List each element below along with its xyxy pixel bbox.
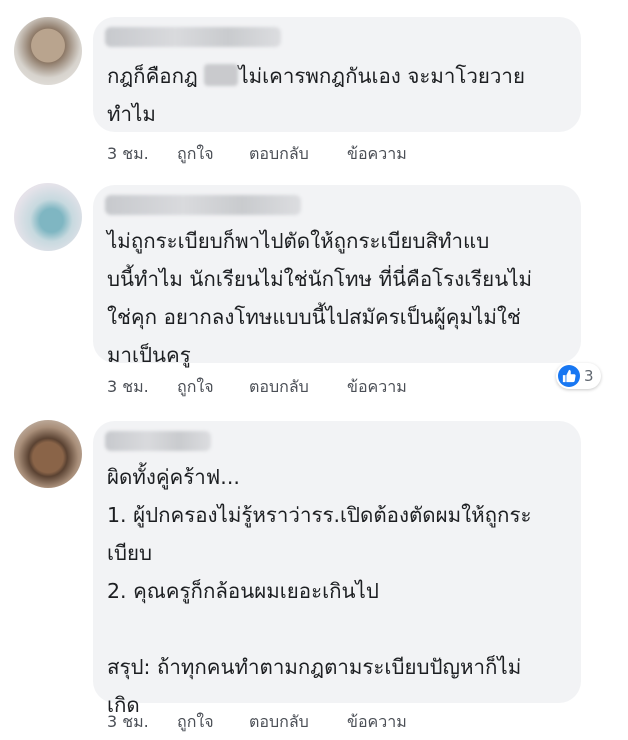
comment-timestamp[interactable]: 3 ชม. xyxy=(107,375,149,400)
comment-text: ไม่ถูกระเบียบก็พาไปตัดให้ถูกระเบียบสิทำแ… xyxy=(107,229,533,367)
reaction-count: 3 xyxy=(584,367,594,385)
comment-timestamp[interactable]: 3 ชม. xyxy=(107,710,149,735)
comment-timestamp[interactable]: 3 ชม. xyxy=(107,142,149,167)
like-link[interactable]: ถูกใจ xyxy=(177,375,214,400)
like-link[interactable]: ถูกใจ xyxy=(177,142,214,167)
redacted-word xyxy=(204,64,239,86)
comment-bubble: ผิดทั้งคู่คร้าฟ... 1. ผู้ปกครองไม่รู้หรา… xyxy=(93,421,581,717)
reply-link[interactable]: ตอบกลับ xyxy=(249,710,309,735)
message-link[interactable]: ข้อความ xyxy=(347,710,407,735)
reply-link[interactable]: ตอบกลับ xyxy=(249,375,309,400)
comment-author-name-redacted[interactable] xyxy=(105,27,281,47)
reply-link[interactable]: ตอบกลับ xyxy=(249,142,309,167)
comment-text: กฎก็คือกฎ ไม่เคารพกฎกันเอง จะมาโวยวาย ทำ… xyxy=(107,64,525,126)
comment-bubble: ไม่ถูกระเบียบก็พาไปตัดให้ถูกระเบียบสิทำแ… xyxy=(93,185,581,367)
comment-author-name-redacted[interactable] xyxy=(105,195,301,215)
comment-bubble: กฎก็คือกฎ ไม่เคารพกฎกันเอง จะมาโวยวาย ทำ… xyxy=(93,17,581,132)
message-link[interactable]: ข้อความ xyxy=(347,142,407,167)
commenter-avatar[interactable] xyxy=(14,17,82,85)
commenter-avatar[interactable] xyxy=(14,183,82,251)
like-link[interactable]: ถูกใจ xyxy=(177,710,214,735)
reaction-summary[interactable]: 3 xyxy=(556,363,601,389)
commenter-avatar[interactable] xyxy=(14,420,82,488)
comment-text: ผิดทั้งคู่คร้าฟ... 1. ผู้ปกครองไม่รู้หรา… xyxy=(107,465,532,717)
like-thumb-icon xyxy=(558,365,580,387)
message-link[interactable]: ข้อความ xyxy=(347,375,407,400)
comment-author-name-redacted[interactable] xyxy=(105,431,211,451)
